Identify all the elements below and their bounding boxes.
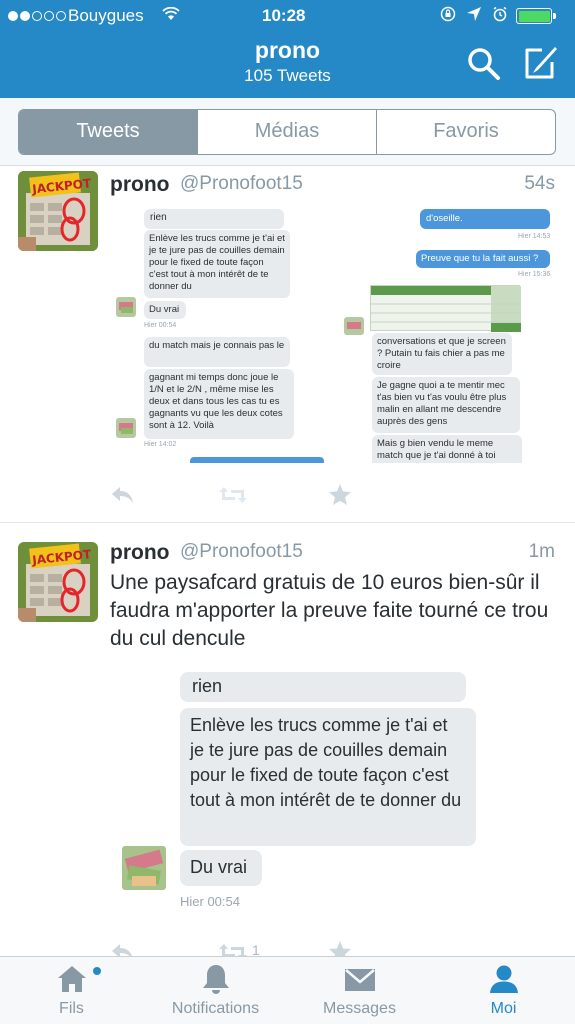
chat-timestamp: Hier 15:36 [518, 271, 551, 278]
chat-bubble: rien [144, 209, 284, 229]
tab-notifications[interactable]: Notifications [144, 957, 287, 1024]
tab-messages[interactable]: Messages [288, 957, 431, 1024]
tweet-text: Une paysafcard gratuis de 10 euros bien-… [110, 571, 549, 650]
new-content-dot [93, 967, 101, 975]
chat-timestamp: Hier 00:54 [180, 894, 240, 909]
tweet[interactable]: JACKPOT prono @Pronofoot15 1m Une paysaf… [0, 524, 575, 956]
chat-bubble: Enlève les trucs comme je t'ai et je te … [180, 708, 476, 846]
home-icon [57, 966, 86, 992]
status-bar: Bouygues 10:28 [0, 0, 575, 32]
tweet-timestamp: 1m [528, 541, 555, 562]
tab-fils[interactable]: Fils [0, 957, 143, 1024]
tab-label: Messages [323, 1000, 396, 1017]
chat-bubble: rien [180, 672, 466, 702]
sender-avatar [344, 317, 364, 335]
tab-tweets[interactable]: Tweets [19, 110, 197, 154]
chat-timestamp: Hier 00:54 [144, 322, 177, 329]
person-icon [489, 965, 518, 993]
sender-avatar [116, 297, 136, 317]
chat-bubble: du match mais je connais pas le [144, 337, 290, 367]
retweet-count: 1 [252, 942, 260, 956]
chat-bubble-partial [190, 457, 324, 463]
search-button[interactable] [466, 46, 502, 82]
battery-icon [516, 8, 556, 24]
chat-bubble: Mais g bien vendu le meme match que je t… [372, 435, 522, 463]
reply-icon[interactable] [110, 942, 134, 956]
retweet-icon[interactable] [218, 485, 248, 505]
chat-bubble: conversations et que je screen ? Putain … [372, 333, 512, 375]
tweet-actions: 1 [110, 940, 370, 956]
bell-icon [202, 965, 229, 994]
compose-icon [525, 47, 557, 79]
chat-bubble: gagnant mi temps donc joue le 1/N et le … [144, 369, 294, 439]
carrier-name: Bouygues [68, 6, 144, 25]
chat-bubble: Je gagne quoi a te mentir mec t'as bien … [372, 377, 520, 433]
tweet-author-name[interactable]: prono [110, 173, 169, 197]
tab-medias[interactable]: Médias [197, 110, 376, 154]
chat-timestamp: Hier 14:02 [144, 441, 177, 448]
reply-icon[interactable] [110, 485, 134, 505]
chat-bubble-sent: Preuve que tu la fait aussi ? [416, 250, 550, 268]
chat-bubble: Enlève les trucs comme je t'ai et je te … [144, 230, 290, 298]
tab-label: Moi [490, 1000, 517, 1017]
star-icon[interactable] [328, 483, 352, 506]
tweet-actions [110, 483, 370, 509]
user-avatar[interactable]: JACKPOT [18, 542, 98, 622]
tab-label: Notifications [171, 1000, 260, 1017]
tab-label: Fils [59, 1000, 84, 1017]
star-icon[interactable] [328, 940, 352, 956]
chat-bubble: Du vrai [180, 850, 262, 886]
app-header: Bouygues 10:28 prono 105 Tweets [0, 0, 575, 98]
tab-moi[interactable]: Moi [432, 957, 575, 1024]
tweet-author-handle[interactable]: @Pronofoot15 [180, 541, 303, 563]
chat-bubble-sent: d'oseille. [420, 209, 550, 229]
envelope-icon [344, 969, 375, 991]
alarm-icon [493, 6, 507, 22]
wifi-icon [162, 6, 180, 25]
signal-strength-icon [8, 11, 66, 21]
spreadsheet-screenshot [370, 285, 521, 332]
tweet-timestamp: 54s [524, 173, 555, 194]
chat-bubble: Du vrai [144, 301, 186, 319]
segmented-control: Tweets Médias Favoris [18, 109, 556, 155]
compose-tweet-button[interactable] [522, 44, 558, 82]
retweet-icon[interactable] [218, 942, 248, 956]
tweet[interactable]: JACKPOT prono @Pronofoot15 54s rien Enlè… [0, 167, 575, 523]
tweet-media-image[interactable]: rien Enlève les trucs comme je t'ai et j… [110, 670, 560, 932]
chat-timestamp: Hier 14:53 [518, 233, 551, 240]
bottom-tab-bar: Fils Notifications Messages Moi [0, 956, 575, 1024]
profile-segment-bar: Tweets Médias Favoris [0, 98, 575, 166]
tweet-media-image[interactable]: rien Enlève les trucs comme je t'ai et j… [110, 205, 560, 463]
rotation-lock-icon [440, 6, 456, 22]
sender-avatar [122, 846, 166, 890]
tweet-author-handle[interactable]: @Pronofoot15 [180, 173, 303, 195]
search-icon [468, 48, 500, 80]
tab-favoris[interactable]: Favoris [376, 110, 555, 154]
tweet-author-name[interactable]: prono [110, 541, 169, 565]
status-time: 10:28 [262, 6, 306, 25]
battery-level [518, 10, 550, 22]
location-icon [467, 7, 481, 21]
user-avatar[interactable]: JACKPOT [18, 171, 98, 251]
sender-avatar [116, 418, 136, 438]
